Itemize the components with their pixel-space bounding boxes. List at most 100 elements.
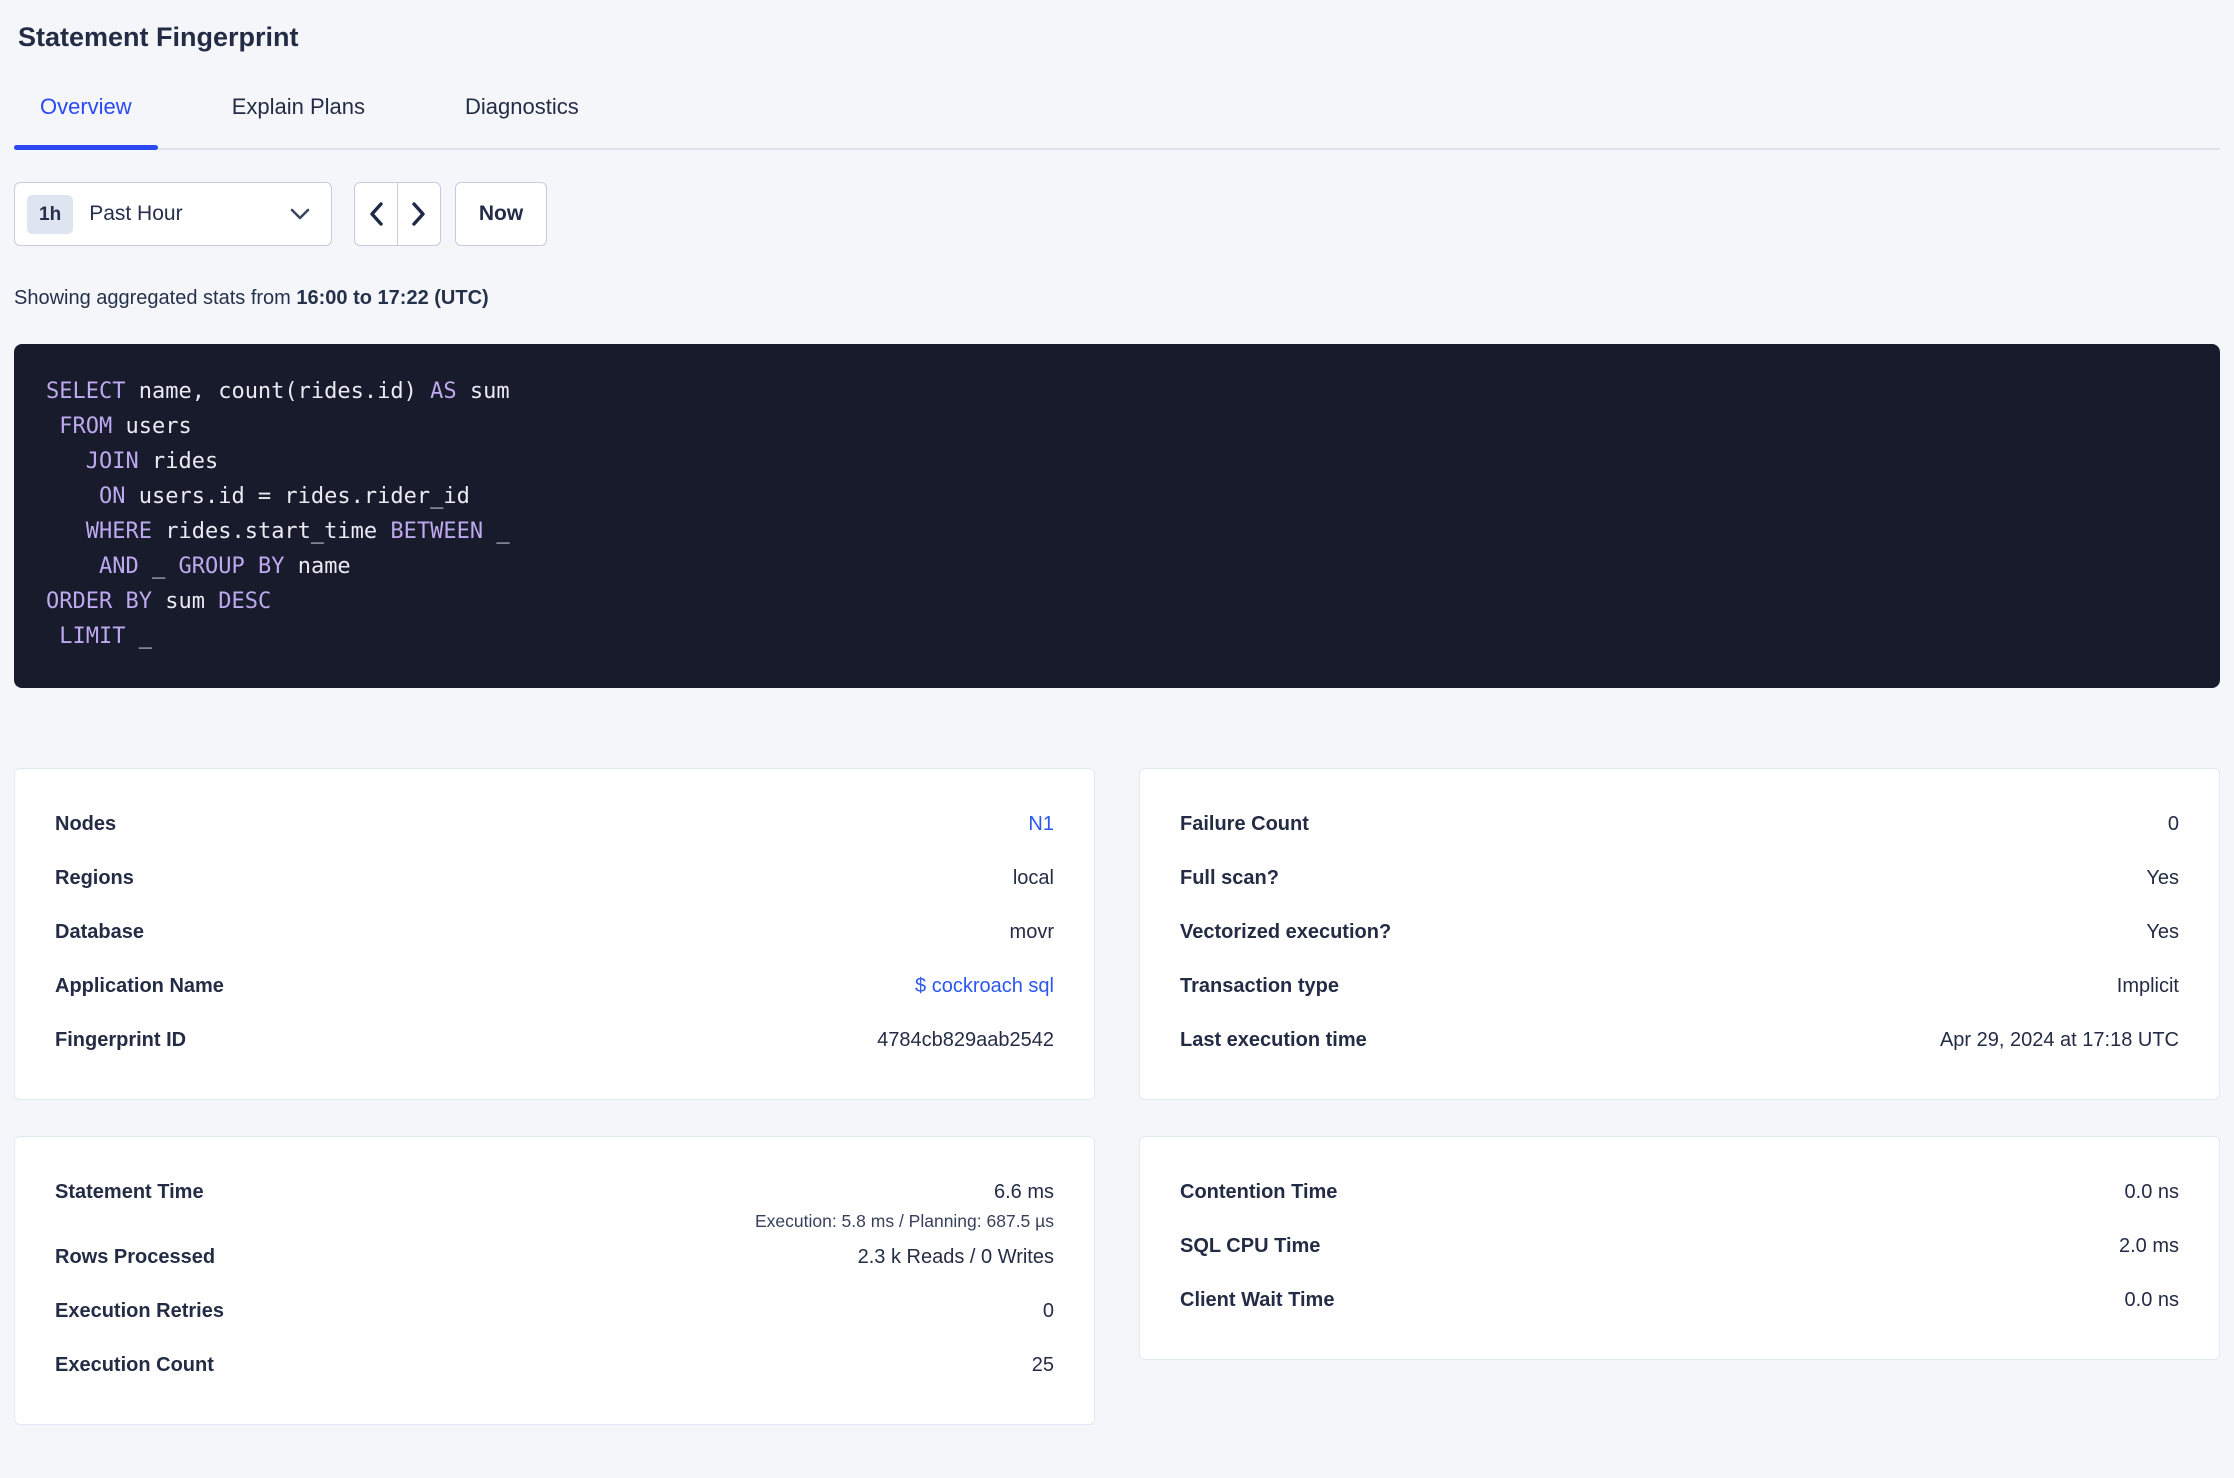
stat-label: Fingerprint ID xyxy=(55,1029,187,1051)
stat-row: Contention Time 0.0 ns xyxy=(1180,1167,2179,1221)
status-prefix: Showing aggregated stats from xyxy=(14,287,297,309)
sql-keyword: LIMIT xyxy=(59,624,126,649)
sql-statement-box: SELECT name, count(rides.id) AS sum FROM… xyxy=(14,344,2220,688)
stat-value: Yes xyxy=(2146,921,2179,943)
stat-row: Execution Retries 0 xyxy=(55,1286,1054,1340)
stat-label: Regions xyxy=(55,867,134,889)
stat-row: Transaction type Implicit xyxy=(1180,961,2179,1015)
stat-label: Failure Count xyxy=(1180,813,1309,835)
sql-line: ORDER BY sum DESC xyxy=(46,584,2188,619)
stat-label: Client Wait Time xyxy=(1180,1289,1335,1311)
sql-keyword: ON xyxy=(98,484,126,509)
sql-code: SELECT name, count(rides.id) AS sum FROM… xyxy=(46,374,2188,654)
next-time-range-button[interactable] xyxy=(397,182,441,246)
sql-line: FROM users xyxy=(46,409,2188,444)
stat-value-wrap: Apr 29, 2024 at 17:18 UTC xyxy=(1940,1015,2179,1052)
stat-label: Execution Retries xyxy=(55,1300,224,1322)
aggregated-stats-status: Showing aggregated stats from 16:00 to 1… xyxy=(14,284,2220,312)
stats-cards-row: Statement Time 6.6 ms Execution: 5.8 ms / … xyxy=(14,1136,2220,1425)
stat-value: 6.6 ms xyxy=(993,1181,1054,1203)
sql-text: _ xyxy=(138,554,179,579)
stat-value-wrap: 0 xyxy=(1043,1286,1054,1323)
stat-value: 25 xyxy=(1031,1354,1054,1376)
sql-text: users.id = rides.rider_id xyxy=(125,484,470,509)
stat-value-wrap: movr xyxy=(1010,907,1054,944)
chevron-right-icon xyxy=(409,200,429,228)
tab-diagnostics[interactable]: Diagnostics xyxy=(439,94,605,148)
sql-keyword: GROUP BY xyxy=(178,554,285,579)
chevron-down-icon xyxy=(289,207,311,221)
sql-line: JOIN rides xyxy=(46,444,2188,479)
execution-attributes-card: Failure Count 0 Full scan? Yes Vectorized ex… xyxy=(1139,768,2220,1100)
stat-value: 2.3 k Reads / 0 Writes xyxy=(857,1246,1054,1268)
sql-line: ON users.id = rides.rider_id xyxy=(46,479,2188,514)
stat-value-wrap: 6.6 ms Execution: 5.8 ms / Planning: 687.… xyxy=(755,1167,1054,1232)
stat-label: SQL CPU Time xyxy=(1180,1235,1321,1257)
stat-value: 0.0 ns xyxy=(2124,1289,2179,1311)
time-range-dropdown[interactable]: 1h Past Hour xyxy=(14,182,332,246)
stat-label: Statement Time xyxy=(55,1181,204,1203)
stat-row: Statement Time 6.6 ms Execution: 5.8 ms / … xyxy=(55,1167,1054,1232)
stat-row: Full scan? Yes xyxy=(1180,853,2179,907)
stat-label: Vectorized execution? xyxy=(1180,921,1392,943)
stat-label: Application Name xyxy=(55,975,224,997)
stat-row: Database movr xyxy=(55,907,1054,961)
stat-value-link[interactable]: $ cockroach sql xyxy=(915,975,1054,997)
sql-keyword: AS xyxy=(430,379,457,404)
stat-value: 4784cb829aab2542 xyxy=(877,1029,1054,1051)
previous-time-range-button[interactable] xyxy=(354,182,398,246)
time-picker: 1h Past Hour Now xyxy=(14,182,2220,246)
sql-text: rides.start_time xyxy=(151,519,391,544)
stat-row: SQL CPU Time 2.0 ms xyxy=(1180,1221,2179,1275)
sql-text: _ xyxy=(125,624,152,649)
sql-text: name xyxy=(284,554,351,579)
stat-value-wrap: 2.3 k Reads / 0 Writes xyxy=(858,1232,1054,1269)
sql-keyword: ORDER BY xyxy=(46,589,152,614)
stat-label: Contention Time xyxy=(1180,1181,1338,1203)
stat-value: 0 xyxy=(2167,813,2179,835)
stat-row: Fingerprint ID 4784cb829aab2542 xyxy=(55,1015,1054,1069)
stat-value-wrap: N1 xyxy=(1028,799,1054,836)
sql-keyword: FROM xyxy=(59,414,113,439)
statement-fingerprint-page: Statement Fingerprint Overview Explain P… xyxy=(0,20,2234,1425)
stat-row: Execution Count 25 xyxy=(55,1340,1054,1394)
stat-value-wrap: Yes xyxy=(2146,907,2179,944)
stat-row: Rows Processed 2.3 k Reads / 0 Writes xyxy=(55,1232,1054,1286)
sql-line: WHERE rides.start_time BETWEEN _ xyxy=(46,514,2188,549)
timing-stats-card: Contention Time 0.0 ns SQL CPU Time 2.0 ms C… xyxy=(1139,1136,2220,1360)
stat-value-wrap: 0.0 ns xyxy=(2125,1167,2179,1204)
stat-value-link[interactable]: N1 xyxy=(1028,813,1054,835)
sql-text: sum xyxy=(456,379,510,404)
sql-text: sum xyxy=(151,589,219,614)
stat-value: 2.0 ms xyxy=(2118,1235,2179,1257)
sql-text: _ xyxy=(483,519,510,544)
stat-label: Rows Processed xyxy=(55,1246,216,1268)
stat-value-wrap: $ cockroach sql xyxy=(915,961,1054,998)
sql-keyword: AND xyxy=(98,554,139,579)
status-time-range: 16:00 to 17:22 (UTC) xyxy=(296,287,489,309)
stat-value: movr xyxy=(1009,921,1054,943)
chevron-left-icon xyxy=(366,200,386,228)
tab-overview[interactable]: Overview xyxy=(14,94,158,150)
stat-label: Transaction type xyxy=(1180,975,1339,997)
page-title: Statement Fingerprint xyxy=(18,22,299,52)
stat-value-wrap: 0 xyxy=(2168,799,2179,836)
stat-value-wrap: 25 xyxy=(1032,1340,1054,1377)
stat-value-wrap: Implicit xyxy=(2117,961,2179,998)
stat-value: Implicit xyxy=(2116,975,2179,997)
sql-keyword: WHERE xyxy=(85,519,152,544)
stat-row: Vectorized execution? Yes xyxy=(1180,907,2179,961)
statement-details-card: Nodes N1 Regions local Database movr Applicati… xyxy=(14,768,1095,1100)
tab-explain-plans[interactable]: Explain Plans xyxy=(206,94,391,148)
stat-label: Execution Count xyxy=(55,1354,214,1376)
stat-value: Yes xyxy=(2146,867,2179,889)
duration-badge: 1h xyxy=(27,194,74,234)
now-button[interactable]: Now xyxy=(455,182,547,246)
stat-value-wrap: 2.0 ms xyxy=(2119,1221,2179,1258)
time-nav-buttons xyxy=(354,182,441,246)
stat-row: Last execution time Apr 29, 2024 at 17:18… xyxy=(1180,1015,2179,1069)
